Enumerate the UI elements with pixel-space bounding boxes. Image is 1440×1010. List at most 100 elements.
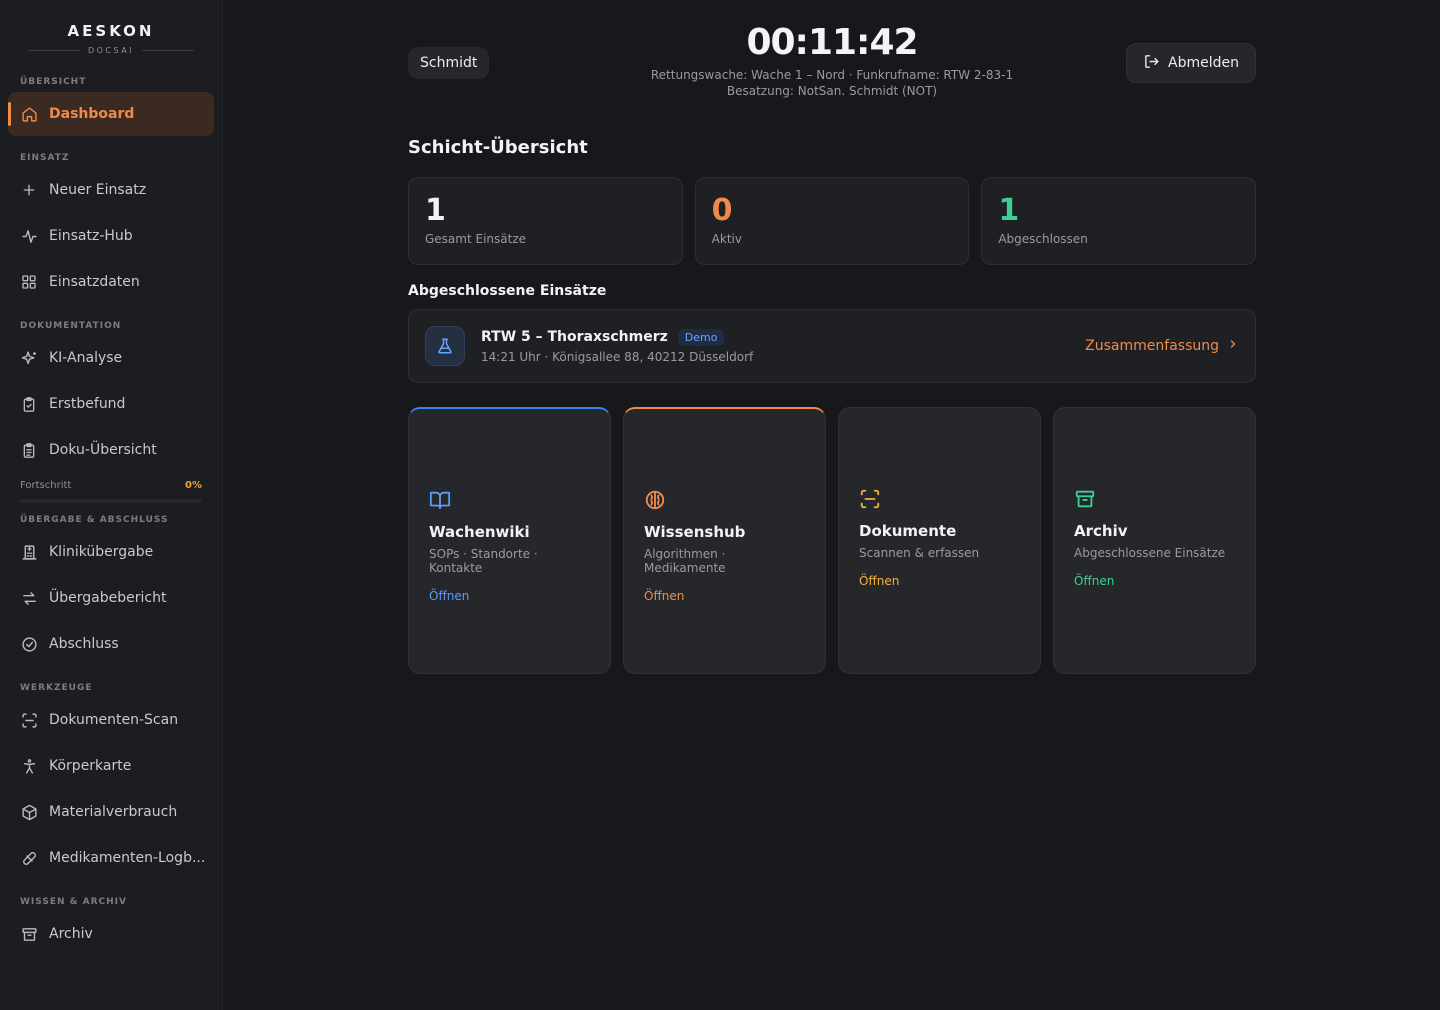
sidebar-item-archiv[interactable]: Archiv <box>8 912 214 956</box>
stat-card-aktiv: 0 Aktiv <box>694 177 970 265</box>
tile-open-link[interactable]: Öffnen <box>644 589 805 603</box>
tile-dokumente[interactable]: Dokumente Scannen & erfassen Öffnen <box>838 407 1041 674</box>
progress-label: Fortschritt <box>20 480 72 491</box>
stat-value: 1 <box>425 193 446 228</box>
logout-icon <box>1143 53 1160 74</box>
stat-value: 1 <box>998 193 1020 228</box>
tile-subtitle: Abgeschlossene Einsätze <box>1074 546 1226 560</box>
stat-label: Gesamt Einsätze <box>425 232 527 246</box>
brand-logo: AESKON DOCSAI <box>0 0 222 72</box>
section-label-werkzeuge: WERKZEUGE <box>20 683 93 693</box>
book-icon <box>429 489 590 513</box>
case-details: 14:21 Uhr · Königsallee 88, 40212 Düssel… <box>481 349 754 364</box>
tile-archiv[interactable]: Archiv Abgeschlossene Einsätze Öffnen <box>1053 407 1256 674</box>
completed-case-row[interactable]: RTW 5 – Thoraxschmerz Demo 14:21 Uhr · K… <box>408 309 1256 383</box>
sidebar-item-label: Einsatzdaten <box>49 274 140 290</box>
sidebar: AESKON DOCSAI ÜBERSICHT Dashboard EINSAT… <box>0 0 223 1010</box>
section-label-uebersicht: ÜBERSICHT <box>20 77 87 87</box>
check-circle-icon <box>20 635 38 653</box>
sidebar-item-label: Abschluss <box>49 636 119 652</box>
tile-title: Dokumente <box>859 522 957 540</box>
archive-icon <box>1074 488 1235 512</box>
sidebar-item-label: Übergabebericht <box>49 590 167 606</box>
section-label-einsatz: EINSATZ <box>20 153 70 163</box>
tile-open-link[interactable]: Öffnen <box>859 574 1020 588</box>
pill-icon <box>20 849 38 867</box>
arrows-swap-icon <box>20 589 38 607</box>
clipboard-check-icon <box>20 395 38 413</box>
logout-button[interactable]: Abmelden <box>1126 43 1256 83</box>
sidebar-item-label: Doku-Übersicht <box>49 442 157 458</box>
sidebar-item-einsatz-hub[interactable]: Einsatz-Hub <box>8 214 214 258</box>
sidebar-item-einsatzdaten[interactable]: Einsatzdaten <box>8 260 214 304</box>
hospital-icon <box>20 543 38 561</box>
logout-label: Abmelden <box>1168 55 1239 71</box>
brand-subtitle: DOCSAI <box>87 46 135 55</box>
progress-value: 0% <box>185 480 202 491</box>
tile-open-link[interactable]: Öffnen <box>1074 574 1235 588</box>
sidebar-item-materialverbrauch[interactable]: Materialverbrauch <box>8 790 214 834</box>
tile-wissenshub[interactable]: Wissenshub Algorithmen · Medikamente Öff… <box>623 407 826 674</box>
sidebar-item-label: Klinikübergabe <box>49 544 154 560</box>
sidebar-item-medikamenten-logbuch[interactable]: Medikamenten-Logb... <box>8 836 214 880</box>
sidebar-item-label: Dokumenten-Scan <box>49 712 179 728</box>
main-content: Schmidt 00:11:42 Rettungswache: Wache 1 … <box>408 0 1257 674</box>
stat-value: 0 <box>711 193 733 228</box>
tile-subtitle: Scannen & erfassen <box>859 546 980 560</box>
tile-title: Wissenshub <box>644 523 746 541</box>
stat-card-abgeschlossen: 1 Abgeschlossen <box>981 177 1257 265</box>
summary-link[interactable]: Zusammenfassung <box>1085 338 1239 354</box>
brand-title: AESKON <box>67 22 155 40</box>
sidebar-item-label: Archiv <box>49 926 93 942</box>
sidebar-item-abschluss[interactable]: Abschluss <box>8 622 214 666</box>
scan-icon <box>20 711 38 729</box>
sidebar-item-neuer-einsatz[interactable]: Neuer Einsatz <box>8 168 214 212</box>
sidebar-item-koerperkarte[interactable]: Körperkarte <box>8 744 214 788</box>
chevron-right-icon <box>1227 338 1239 354</box>
stat-label: Aktiv <box>711 232 742 246</box>
sidebar-item-label: Neuer Einsatz <box>49 182 147 198</box>
topbar: Schmidt 00:11:42 Rettungswache: Wache 1 … <box>408 0 1256 120</box>
sidebar-item-erstbefund[interactable]: Erstbefund <box>8 382 214 426</box>
case-title: RTW 5 – Thoraxschmerz <box>481 329 668 345</box>
sidebar-item-dashboard[interactable]: Dashboard <box>8 92 214 136</box>
section-label-uebergabe: ÜBERGABE & ABSCHLUSS <box>20 515 169 525</box>
tile-wachenwiki[interactable]: Wachenwiki SOPs · Standorte · Kontakte Ö… <box>408 407 611 674</box>
sparkles-icon <box>20 349 38 367</box>
plus-icon <box>20 181 38 199</box>
completed-title: Abgeschlossene Einsätze <box>408 283 607 299</box>
section-label-wissen-archiv: WISSEN & ARCHIV <box>20 897 127 907</box>
progress-indicator: Fortschritt 0% <box>0 474 222 510</box>
activity-icon <box>20 227 38 245</box>
scan-icon <box>859 488 1020 512</box>
sidebar-item-label: Körperkarte <box>49 758 132 774</box>
overview-title: Schicht-Übersicht <box>408 137 588 158</box>
sidebar-item-uebergabebericht[interactable]: Übergabebericht <box>8 576 214 620</box>
person-icon <box>20 757 38 775</box>
home-icon <box>20 105 38 123</box>
section-label-dokumentation: DOKUMENTATION <box>20 321 122 331</box>
sidebar-item-ki-analyse[interactable]: KI-Analyse <box>8 336 214 380</box>
progress-track <box>20 499 202 503</box>
sidebar-item-label: Materialverbrauch <box>49 804 178 820</box>
stat-card-gesamt: 1 Gesamt Einsätze <box>408 177 683 265</box>
sidebar-item-label: Medikamenten-Logb... <box>49 850 206 866</box>
sidebar-item-doku-uebersicht[interactable]: Doku-Übersicht <box>8 428 214 472</box>
tile-subtitle: Algorithmen · Medikamente <box>644 547 726 575</box>
grid-icon <box>20 273 38 291</box>
quick-access-tiles: Wachenwiki SOPs · Standorte · Kontakte Ö… <box>408 407 1256 674</box>
stat-label: Abgeschlossen <box>998 232 1088 246</box>
crew-info: Besatzung: NotSan. Schmidt (NOT) <box>726 84 938 98</box>
sidebar-item-label: Dashboard <box>49 106 135 122</box>
sidebar-item-klinikuebergabe[interactable]: Klinikübergabe <box>8 530 214 574</box>
stats-row: 1 Gesamt Einsätze 0 Aktiv 1 Abgeschlosse… <box>408 177 1257 265</box>
tile-open-link[interactable]: Öffnen <box>429 589 590 603</box>
sidebar-item-label: KI-Analyse <box>49 350 123 366</box>
summary-link-label: Zusammenfassung <box>1085 338 1219 354</box>
sidebar-item-dokumenten-scan[interactable]: Dokumenten-Scan <box>8 698 214 742</box>
sidebar-item-label: Einsatz-Hub <box>49 228 133 244</box>
tile-subtitle: SOPs · Standorte · Kontakte <box>429 547 538 575</box>
archive-icon <box>20 925 38 943</box>
clipboard-list-icon <box>20 441 38 459</box>
flask-icon <box>425 326 465 366</box>
